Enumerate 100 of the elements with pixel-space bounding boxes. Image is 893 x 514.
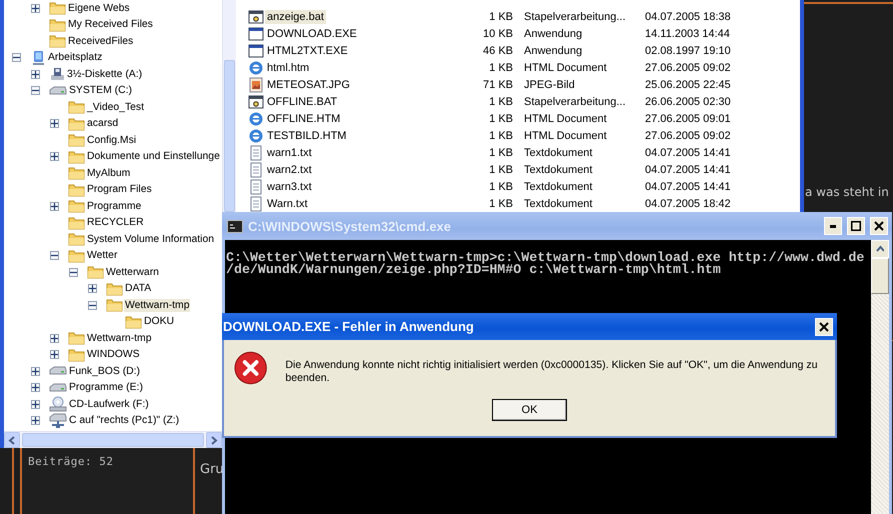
plus-icon [51,202,58,210]
expand-toggle[interactable] [50,202,59,211]
tree-item[interactable]: Funk_BOS (D:) [68,364,142,378]
expand-toggle[interactable] [31,400,40,409]
tree-item[interactable]: DOKU [143,315,176,328]
file-date: 02.08.1997 19:10 [645,44,732,56]
file-type: HTML Document [523,130,608,142]
vertical-scrollbar[interactable] [871,240,889,514]
tree-item[interactable]: System Volume Information [86,232,216,246]
network-drive-icon [49,412,67,429]
plus-icon [89,285,96,292]
close-button[interactable] [815,318,833,336]
tree-item[interactable]: Programme [86,200,142,213]
window-title: C:\WINDOWS\System32\cmd.exe [248,218,452,234]
close-button[interactable] [870,217,888,235]
page-text: a was steht in [805,185,889,199]
file-type: Textdokument [523,180,594,192]
tree-item[interactable]: ReceivedFiles [67,34,134,48]
folder-icon [68,248,85,263]
file-name[interactable]: METEOSAT.JPG [265,78,352,92]
scroll-right-button[interactable] [206,432,222,448]
plus-icon [32,368,39,375]
file-name[interactable]: warn2.txt [265,162,314,176]
expand-toggle[interactable] [31,70,40,79]
collapse-toggle[interactable] [88,300,97,310]
expand-toggle[interactable] [31,4,40,13]
close-icon [819,322,829,332]
tree-item[interactable]: Wettwarn-tmp [124,298,190,312]
tree-item[interactable]: acarsd [86,117,120,130]
tree-item[interactable]: MyAlbum [86,166,132,180]
scroll-thumb[interactable] [22,433,204,447]
folder-icon [68,232,85,246]
file-name[interactable]: Warn.txt [265,196,310,210]
tree-item[interactable]: C auf "rechts (Pc1)" (Z:) [68,414,180,428]
file-name[interactable]: OFFLINE.BAT [265,94,340,108]
file-name[interactable]: HTML2TXT.EXE [265,44,350,58]
file-date: 14.11.2003 14:44 [645,28,731,40]
tree-item[interactable]: Program Files [86,183,153,196]
plus-icon [32,384,39,392]
web-page-icon [248,60,264,76]
expand-toggle[interactable] [50,152,59,162]
file-name[interactable]: warn1.txt [265,146,314,160]
file-date: 25.06.2005 22:45 [645,78,732,90]
tree-item[interactable]: Programme (E:) [68,381,144,394]
file-type: Stapelverarbeitung... [523,10,627,22]
file-size: 1 KB [488,112,513,124]
tree-item[interactable]: DATA [124,282,152,296]
scroll-left-button[interactable] [4,432,20,448]
file-name[interactable]: DOWNLOAD.EXE [265,26,359,40]
file-date: 27.06.2005 09:02 [645,130,732,142]
tree-item[interactable]: Config.Msi [86,134,138,147]
tree-item[interactable]: Wetterwarn [105,266,160,279]
expand-toggle[interactable] [50,334,59,343]
tree-item[interactable]: My Received Files [67,18,154,32]
collapse-toggle[interactable] [50,251,59,260]
expand-toggle[interactable] [50,350,59,360]
expand-toggle[interactable] [88,284,97,294]
collapse-toggle[interactable] [31,86,40,96]
file-date: 04.07.2005 18:38 [645,10,732,22]
tree-item[interactable]: _Video_Test [86,100,146,114]
minimize-button[interactable] [824,217,842,235]
folder-icon [49,1,66,16]
scroll-up-button[interactable] [871,240,889,258]
tree-item[interactable]: Wetter [86,249,118,262]
tree-item[interactable]: Eigene Webs [67,2,131,15]
tree-item[interactable]: WINDOWS [86,348,141,362]
folder-icon [68,150,85,164]
folder-icon [68,216,85,230]
tree-item[interactable]: Dokumente und Einstellunge [86,150,221,164]
expand-toggle[interactable] [31,416,40,426]
file-type: HTML Document [523,62,608,74]
tree-item[interactable]: SYSTEM (C:) [68,84,133,98]
tree-item[interactable]: CD-Laufwerk (F:) [68,398,150,411]
hard-drive-icon [49,365,67,378]
expand-toggle[interactable] [31,366,40,376]
file-size: 1 KB [488,198,513,210]
tree-item[interactable]: Wettwarn-tmp [86,332,152,345]
file-name[interactable]: html.htm [265,60,312,74]
tree-item[interactable]: Arbeitsplatz [47,51,104,64]
tree-item[interactable]: 3½-Diskette (A:) [66,68,144,81]
tree-item[interactable]: RECYCLER [86,216,145,230]
maximize-button[interactable] [847,217,865,235]
image-file-icon [248,76,264,92]
scroll-thumb[interactable] [224,60,235,212]
expand-toggle[interactable] [50,119,59,128]
file-size: 46 KB [482,44,513,56]
computer-icon [30,50,46,66]
application-icon [248,42,264,58]
horizontal-scrollbar[interactable] [4,431,222,448]
collapse-toggle[interactable] [12,53,21,62]
file-name[interactable]: TESTBILD.HTM [265,128,348,142]
file-type: Textdokument [523,164,594,176]
file-type: Anwendung [523,44,584,56]
file-name[interactable]: warn3.txt [265,180,314,194]
application-icon [248,26,264,42]
file-name[interactable]: OFFLINE.HTM [265,112,342,126]
ok-button[interactable]: OK [492,399,567,421]
expand-toggle[interactable] [31,383,40,392]
collapse-toggle[interactable] [69,268,78,277]
file-name[interactable]: anzeige.bat [265,10,326,24]
